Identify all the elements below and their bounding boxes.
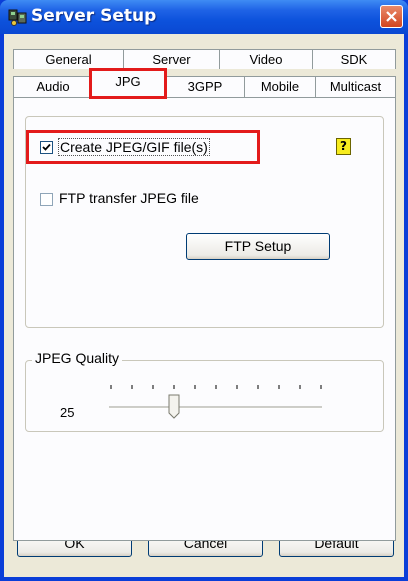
quality-value: 25 <box>60 405 75 420</box>
slider-track <box>109 406 322 409</box>
help-icon[interactable]: ? <box>336 138 351 155</box>
tab-audio[interactable]: Audio <box>13 76 93 98</box>
quality-slider[interactable] <box>104 383 324 423</box>
slider-ticks <box>110 385 322 389</box>
ftp-transfer-checkbox[interactable] <box>40 193 53 206</box>
jpeg-quality-legend: JPEG Quality <box>32 350 123 366</box>
close-button[interactable] <box>380 5 403 28</box>
tab-video[interactable]: Video <box>219 49 313 69</box>
tab-general[interactable]: General <box>13 49 124 69</box>
tab-3gpp[interactable]: 3GPP <box>165 76 245 98</box>
server-setup-window: Server Setup General Server Video SDK Au… <box>0 0 408 581</box>
tab-panel-jpg: Create JPEG/GIF file(s) ? FTP transfer J… <box>13 97 396 541</box>
window-title: Server Setup <box>31 6 157 26</box>
ftp-setup-button[interactable]: FTP Setup <box>186 233 330 260</box>
tab-server[interactable]: Server <box>123 49 220 69</box>
title-bar[interactable]: Server Setup <box>0 0 408 34</box>
app-icon <box>8 9 27 26</box>
close-icon <box>386 11 397 22</box>
tab-multicast[interactable]: Multicast <box>315 76 396 98</box>
tab-mobile[interactable]: Mobile <box>244 76 316 98</box>
slider-thumb[interactable] <box>168 394 180 419</box>
jpg-tab-highlight <box>89 68 167 99</box>
dialog-client-area: General Server Video SDK Audio JPG 3GPP … <box>4 34 404 577</box>
tab-sdk[interactable]: SDK <box>312 49 396 69</box>
create-jpeg-highlight <box>26 130 260 164</box>
ftp-transfer-label[interactable]: FTP transfer JPEG file <box>59 190 199 206</box>
